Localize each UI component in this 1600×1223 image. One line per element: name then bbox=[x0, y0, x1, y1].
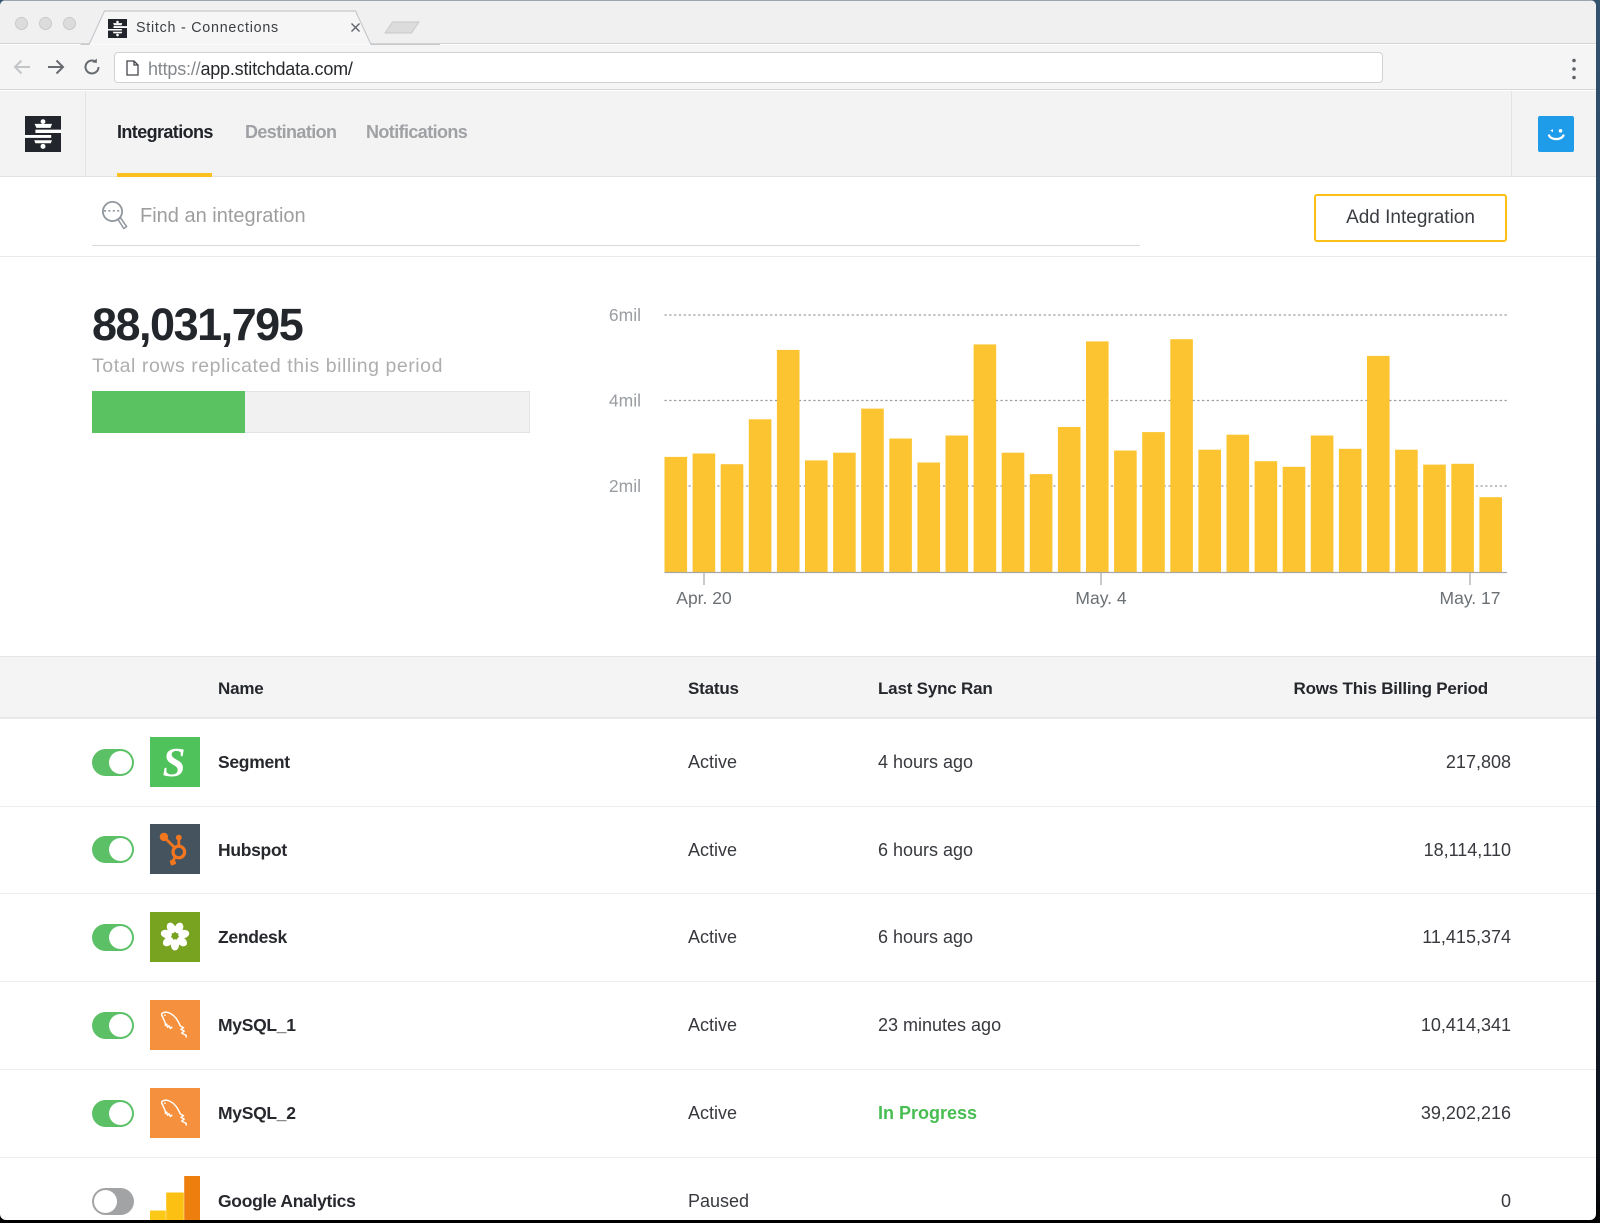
svg-text:May. 4: May. 4 bbox=[1075, 588, 1126, 608]
svg-text:6mil: 6mil bbox=[609, 305, 641, 325]
svg-text:May. 17: May. 17 bbox=[1440, 588, 1501, 608]
svg-text:2mil: 2mil bbox=[609, 476, 641, 496]
svg-text:Apr. 20: Apr. 20 bbox=[676, 588, 732, 608]
svg-text:4mil: 4mil bbox=[609, 391, 641, 411]
